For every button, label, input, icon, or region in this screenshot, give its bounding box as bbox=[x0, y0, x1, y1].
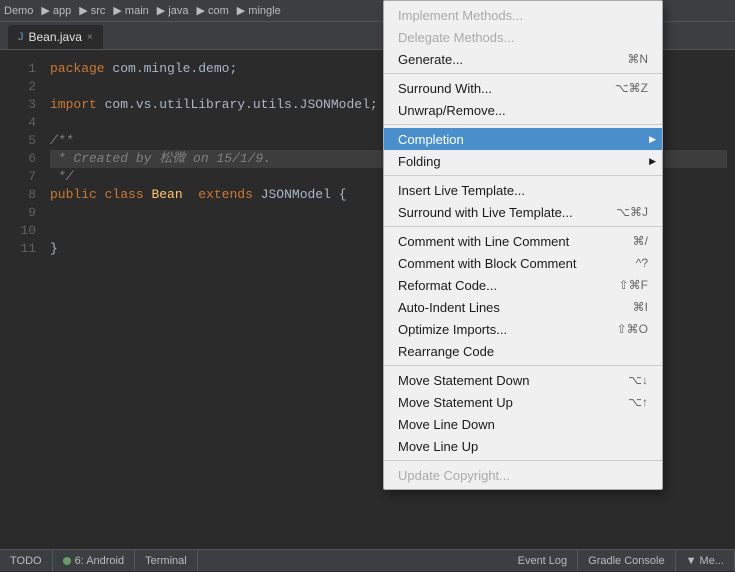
tab-close-button[interactable]: × bbox=[87, 32, 93, 43]
tab-icon: J bbox=[18, 31, 24, 43]
menu-separator-1 bbox=[384, 73, 662, 74]
main-label[interactable]: ▶ main bbox=[113, 4, 148, 17]
maven-label: ▼ Me... bbox=[686, 555, 724, 567]
android-label: 6: Android bbox=[75, 555, 125, 567]
menu-separator-5 bbox=[384, 365, 662, 366]
menu-label-folding: Folding bbox=[398, 154, 628, 169]
menu-item-move-line-up[interactable]: Move Line Up bbox=[384, 435, 662, 457]
menu-shortcut-move-statement-down: ⌥↓ bbox=[628, 373, 648, 387]
status-bar: TODO 6: Android Terminal Event Log Gradl… bbox=[0, 549, 735, 571]
menu-shortcut-move-statement-up: ⌥↑ bbox=[628, 395, 648, 409]
menu-item-completion[interactable]: Completion bbox=[384, 128, 662, 150]
menu-item-optimize-imports[interactable]: Optimize Imports... ⇧⌘O bbox=[384, 318, 662, 340]
menu-item-comment-block[interactable]: Comment with Block Comment ^? bbox=[384, 252, 662, 274]
menu-item-surround-with[interactable]: Surround With... ⌥⌘Z bbox=[384, 77, 662, 99]
event-log-label: Event Log bbox=[518, 555, 568, 567]
menu-separator-2 bbox=[384, 124, 662, 125]
menu-label-implement-methods: Implement Methods... bbox=[398, 8, 628, 23]
menu-label-move-statement-down: Move Statement Down bbox=[398, 373, 608, 388]
menu-separator-6 bbox=[384, 460, 662, 461]
menu-item-surround-live-template[interactable]: Surround with Live Template... ⌥⌘J bbox=[384, 201, 662, 223]
status-maven[interactable]: ▼ Me... bbox=[676, 550, 735, 571]
menu-shortcut-comment-line: ⌘/ bbox=[633, 234, 648, 248]
menu-shortcut-optimize-imports: ⇧⌘O bbox=[617, 322, 648, 336]
menu-label-comment-block: Comment with Block Comment bbox=[398, 256, 616, 271]
java-label[interactable]: ▶ java bbox=[157, 4, 189, 17]
menu-label-insert-live-template: Insert Live Template... bbox=[398, 183, 628, 198]
menu-item-move-statement-down[interactable]: Move Statement Down ⌥↓ bbox=[384, 369, 662, 391]
menu-item-folding[interactable]: Folding bbox=[384, 150, 662, 172]
menu-label-move-line-up: Move Line Up bbox=[398, 439, 628, 454]
menu-label-optimize-imports: Optimize Imports... bbox=[398, 322, 597, 337]
status-event-log[interactable]: Event Log bbox=[508, 550, 579, 571]
menu-separator-4 bbox=[384, 226, 662, 227]
src-label[interactable]: ▶ src bbox=[79, 4, 105, 17]
menu-item-auto-indent[interactable]: Auto-Indent Lines ⌘I bbox=[384, 296, 662, 318]
context-menu: Implement Methods... Delegate Methods...… bbox=[383, 0, 663, 490]
tab-label: Bean.java bbox=[29, 30, 82, 44]
menu-item-implement-methods[interactable]: Implement Methods... bbox=[384, 4, 662, 26]
menu-label-move-line-down: Move Line Down bbox=[398, 417, 628, 432]
line-numbers: 1 2 3 4 5 6 7 8 9 10 11 bbox=[0, 60, 44, 258]
menu-label-unwrap-remove: Unwrap/Remove... bbox=[398, 103, 628, 118]
menu-label-surround-live-template: Surround with Live Template... bbox=[398, 205, 596, 220]
status-android[interactable]: 6: Android bbox=[53, 550, 136, 571]
menu-item-comment-line[interactable]: Comment with Line Comment ⌘/ bbox=[384, 230, 662, 252]
menu-label-completion: Completion bbox=[398, 132, 628, 147]
menu-label-reformat-code: Reformat Code... bbox=[398, 278, 599, 293]
menu-item-rearrange-code[interactable]: Rearrange Code bbox=[384, 340, 662, 362]
menu-shortcut-surround-live-template: ⌥⌘J bbox=[616, 205, 648, 219]
menu-item-update-copyright[interactable]: Update Copyright... bbox=[384, 464, 662, 486]
app-label[interactable]: ▶ app bbox=[41, 4, 71, 17]
status-terminal[interactable]: Terminal bbox=[135, 550, 198, 571]
terminal-label: Terminal bbox=[145, 555, 187, 567]
menu-shortcut-reformat-code: ⇧⌘F bbox=[619, 278, 648, 292]
menu-item-unwrap-remove[interactable]: Unwrap/Remove... bbox=[384, 99, 662, 121]
com-label[interactable]: ▶ com bbox=[196, 4, 228, 17]
menu-separator-3 bbox=[384, 175, 662, 176]
todo-label: TODO bbox=[10, 555, 42, 567]
menu-shortcut-comment-block: ^? bbox=[636, 256, 648, 270]
menu-item-insert-live-template[interactable]: Insert Live Template... bbox=[384, 179, 662, 201]
android-dot bbox=[63, 557, 71, 565]
menu-item-reformat-code[interactable]: Reformat Code... ⇧⌘F bbox=[384, 274, 662, 296]
menu-item-move-statement-up[interactable]: Move Statement Up ⌥↑ bbox=[384, 391, 662, 413]
menu-label-move-statement-up: Move Statement Up bbox=[398, 395, 608, 410]
demo-label[interactable]: Demo bbox=[4, 5, 33, 17]
menu-label-surround-with: Surround With... bbox=[398, 81, 595, 96]
tab-bean-java[interactable]: J Bean.java × bbox=[8, 25, 103, 49]
menu-label-update-copyright: Update Copyright... bbox=[398, 468, 628, 483]
toolbar-icons: Demo ▶ app ▶ src ▶ main ▶ java ▶ com ▶ m… bbox=[4, 4, 287, 17]
menu-item-move-line-down[interactable]: Move Line Down bbox=[384, 413, 662, 435]
status-todo[interactable]: TODO bbox=[0, 550, 53, 571]
menu-item-delegate-methods[interactable]: Delegate Methods... bbox=[384, 26, 662, 48]
menu-label-generate: Generate... bbox=[398, 52, 607, 67]
menu-label-rearrange-code: Rearrange Code bbox=[398, 344, 628, 359]
menu-label-comment-line: Comment with Line Comment bbox=[398, 234, 613, 249]
menu-label-delegate-methods: Delegate Methods... bbox=[398, 30, 628, 45]
gradle-console-label: Gradle Console bbox=[588, 555, 664, 567]
menu-shortcut-generate: ⌘N bbox=[627, 52, 648, 66]
menu-item-generate[interactable]: Generate... ⌘N bbox=[384, 48, 662, 70]
mingle-label[interactable]: ▶ mingle bbox=[237, 4, 281, 17]
menu-shortcut-surround-with: ⌥⌘Z bbox=[615, 81, 648, 95]
status-gradle-console[interactable]: Gradle Console bbox=[578, 550, 675, 571]
menu-shortcut-auto-indent: ⌘I bbox=[633, 300, 648, 314]
menu-label-auto-indent: Auto-Indent Lines bbox=[398, 300, 613, 315]
